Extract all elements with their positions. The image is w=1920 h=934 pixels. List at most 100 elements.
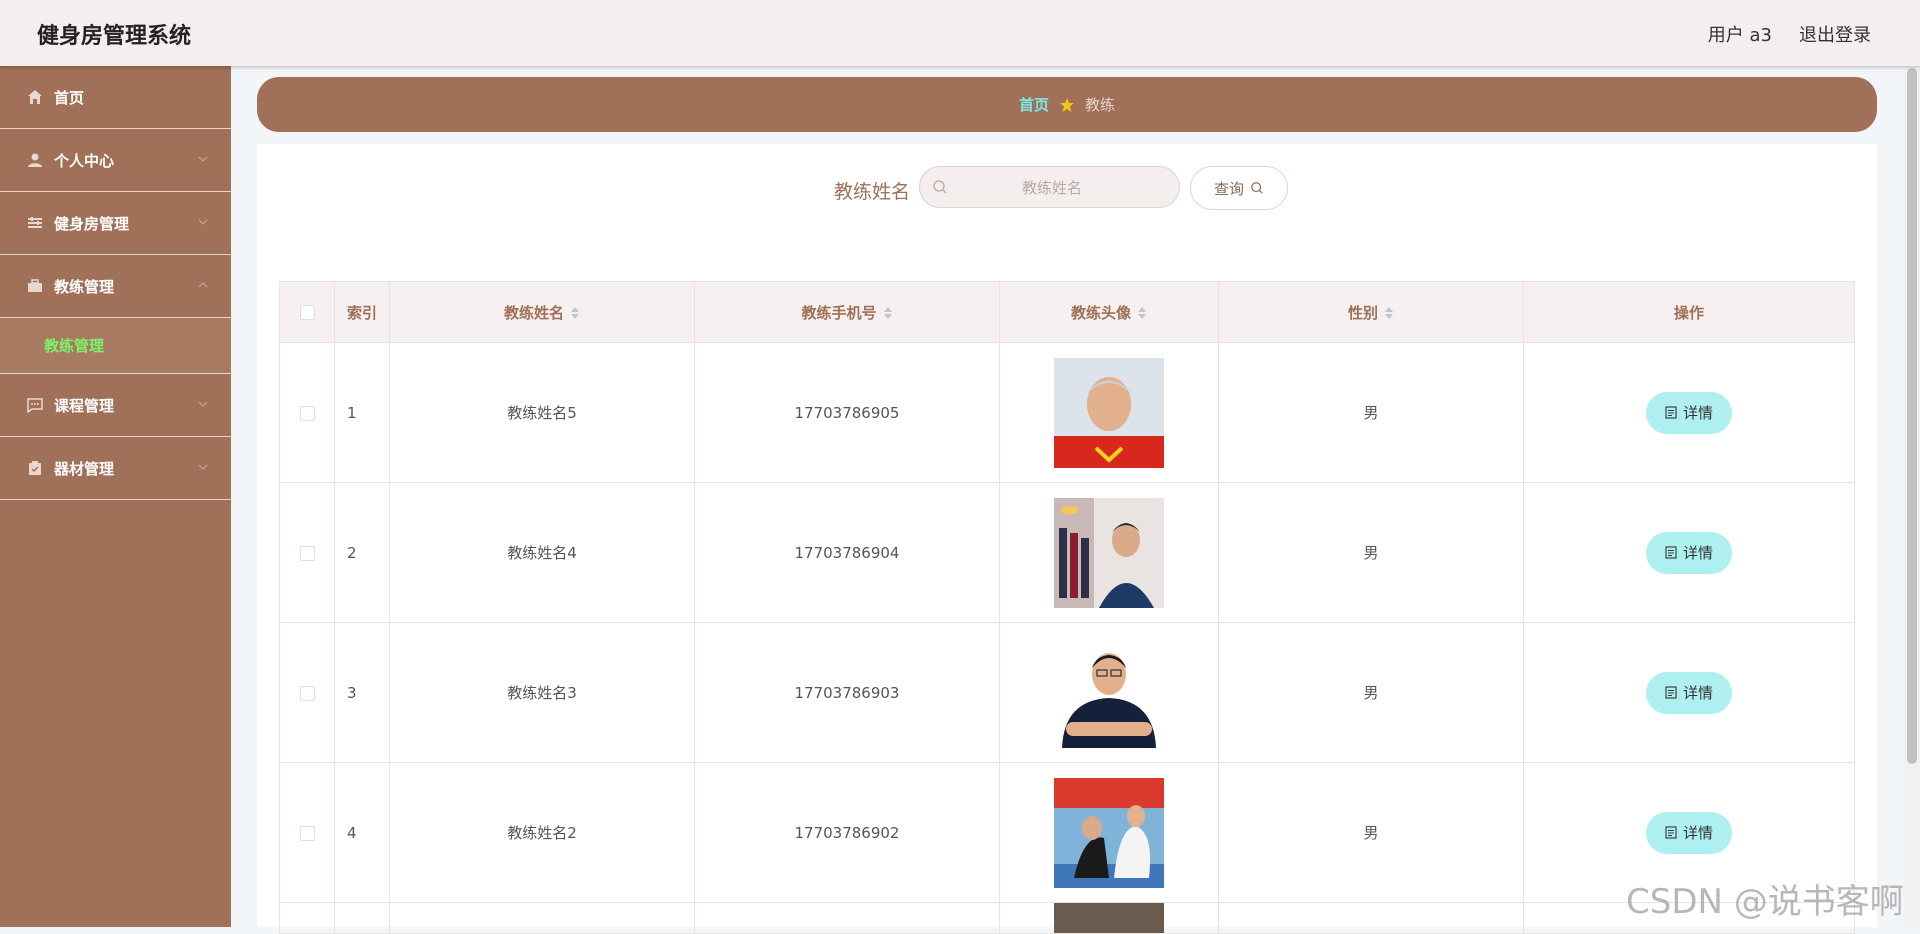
header-gender-label: 性别	[1347, 303, 1378, 322]
user-icon	[26, 151, 44, 169]
sort-icon	[1385, 307, 1393, 319]
row-index: 3	[334, 622, 390, 763]
row-avatar-cell	[999, 902, 1219, 934]
row-checkbox[interactable]	[299, 405, 315, 421]
row-gender: 男	[1218, 482, 1524, 623]
header-avatar-label: 教练头像	[1070, 303, 1131, 322]
sidebar: 首页 个人中心 健身房管理 教练管理 教练管理 课程管理 器材管理	[0, 66, 231, 927]
sidebar-item-profile[interactable]: 个人中心	[0, 129, 231, 192]
breadcrumb: 首页 教练	[257, 77, 1877, 132]
detail-button-label: 详情	[1682, 684, 1713, 702]
app-title: 健身房管理系统	[37, 24, 192, 49]
table-row: 3 教练姓名3 17703786903 男 详情	[279, 622, 1855, 763]
header-action: 操作	[1523, 281, 1855, 343]
search-label: 教练姓名	[834, 181, 911, 203]
row-checkbox[interactable]	[299, 825, 315, 841]
query-button[interactable]: 查询	[1190, 166, 1288, 210]
row-checkbox[interactable]	[299, 685, 315, 701]
clipboard-icon	[26, 459, 44, 477]
document-icon	[1665, 826, 1677, 839]
row-select-cell	[279, 342, 335, 483]
sort-icon	[1138, 307, 1146, 319]
briefcase-icon	[26, 277, 44, 295]
main-content: 教练姓名 查询 索引 教练姓名 教练手机号 教练头像 性别 操作 1	[257, 144, 1877, 934]
home-icon	[26, 88, 44, 106]
star-icon	[1059, 97, 1075, 113]
row-action-cell: 详情	[1523, 622, 1855, 763]
breadcrumb-home[interactable]: 首页	[1019, 94, 1049, 115]
header-name[interactable]: 教练姓名	[389, 281, 695, 343]
row-index	[334, 902, 390, 934]
row-name: 教练姓名3	[389, 622, 695, 763]
submenu-item-coach-manage[interactable]: 教练管理	[44, 335, 104, 356]
detail-button[interactable]: 详情	[1646, 811, 1732, 854]
page-scrollbar[interactable]	[1904, 66, 1920, 927]
header-phone-label: 教练手机号	[801, 303, 877, 322]
logout-link[interactable]: 退出登录	[1799, 21, 1871, 47]
row-gender: 男	[1218, 342, 1524, 483]
chevron-down-icon	[198, 464, 208, 470]
coach-avatar-image	[1054, 497, 1164, 608]
sidebar-item-equipment[interactable]: 器材管理	[0, 437, 231, 500]
row-phone: 17703786903	[694, 622, 1000, 763]
header-avatar[interactable]: 教练头像	[999, 281, 1219, 343]
sort-icon	[571, 307, 579, 319]
table-header-row: 索引 教练姓名 教练手机号 教练头像 性别 操作	[279, 281, 1855, 343]
row-avatar-cell	[999, 762, 1219, 903]
top-bar: 健身房管理系统 用户 a3 退出登录	[0, 0, 1920, 66]
coach-table: 索引 教练姓名 教练手机号 教练头像 性别 操作 1 教练姓名5 1770378…	[279, 281, 1855, 934]
chevron-down-icon	[198, 156, 208, 162]
select-all-checkbox[interactable]	[299, 305, 315, 320]
document-icon	[1665, 686, 1677, 699]
detail-button[interactable]: 详情	[1646, 671, 1732, 714]
sidebar-item-gym[interactable]: 健身房管理	[0, 192, 231, 255]
table-row	[279, 902, 1855, 934]
coach-avatar-image	[1054, 903, 1164, 933]
row-select-cell	[279, 762, 335, 903]
sort-icon	[883, 307, 892, 319]
coach-avatar-image	[1054, 637, 1164, 748]
row-name: 教练姓名5	[389, 342, 695, 483]
sidebar-item-label: 个人中心	[54, 151, 115, 170]
table-row: 2 教练姓名4 17703786904 男 详情	[279, 482, 1855, 623]
chevron-down-icon	[198, 401, 208, 407]
table-row: 4 教练姓名2 17703786902 男 详情	[279, 762, 1855, 903]
chevron-up-icon	[198, 282, 208, 288]
row-name	[389, 902, 695, 934]
header-phone[interactable]: 教练手机号	[694, 281, 1000, 343]
row-avatar-cell	[999, 342, 1219, 483]
breadcrumb-current: 教练	[1085, 96, 1116, 114]
sidebar-item-label: 教练管理	[54, 277, 115, 296]
row-phone: 17703786905	[694, 342, 1000, 483]
sidebar-item-label: 器材管理	[54, 459, 115, 478]
row-gender: 男	[1218, 762, 1524, 903]
row-checkbox[interactable]	[299, 545, 315, 561]
row-phone: 17703786902	[694, 762, 1000, 903]
submenu-coach: 教练管理	[0, 318, 231, 374]
sidebar-item-coach[interactable]: 教练管理	[0, 255, 231, 318]
detail-button[interactable]: 详情	[1646, 391, 1732, 434]
row-index: 2	[334, 482, 390, 623]
header-gender[interactable]: 性别	[1218, 281, 1524, 343]
sidebar-item-course[interactable]: 课程管理	[0, 374, 231, 437]
table-row: 1 教练姓名5 17703786905 男 详情	[279, 342, 1855, 483]
chat-icon	[26, 396, 44, 414]
detail-button-label: 详情	[1682, 824, 1713, 842]
row-avatar-cell	[999, 622, 1219, 763]
search-icon	[1251, 182, 1263, 194]
search-icon	[932, 179, 948, 199]
scrollbar-thumb[interactable]	[1907, 68, 1917, 764]
row-gender: 男	[1218, 622, 1524, 763]
row-index: 4	[334, 762, 390, 903]
row-select-cell	[279, 482, 335, 623]
detail-button[interactable]: 详情	[1646, 531, 1732, 574]
search-input[interactable]	[960, 175, 1144, 201]
sliders-icon	[26, 214, 44, 232]
sidebar-item-label: 课程管理	[54, 396, 115, 415]
row-phone: 17703786904	[694, 482, 1000, 623]
query-button-label: 查询	[1213, 179, 1244, 198]
document-icon	[1665, 406, 1677, 419]
search-box	[919, 166, 1180, 208]
header-index: 索引	[334, 281, 390, 343]
sidebar-item-home[interactable]: 首页	[0, 66, 231, 129]
